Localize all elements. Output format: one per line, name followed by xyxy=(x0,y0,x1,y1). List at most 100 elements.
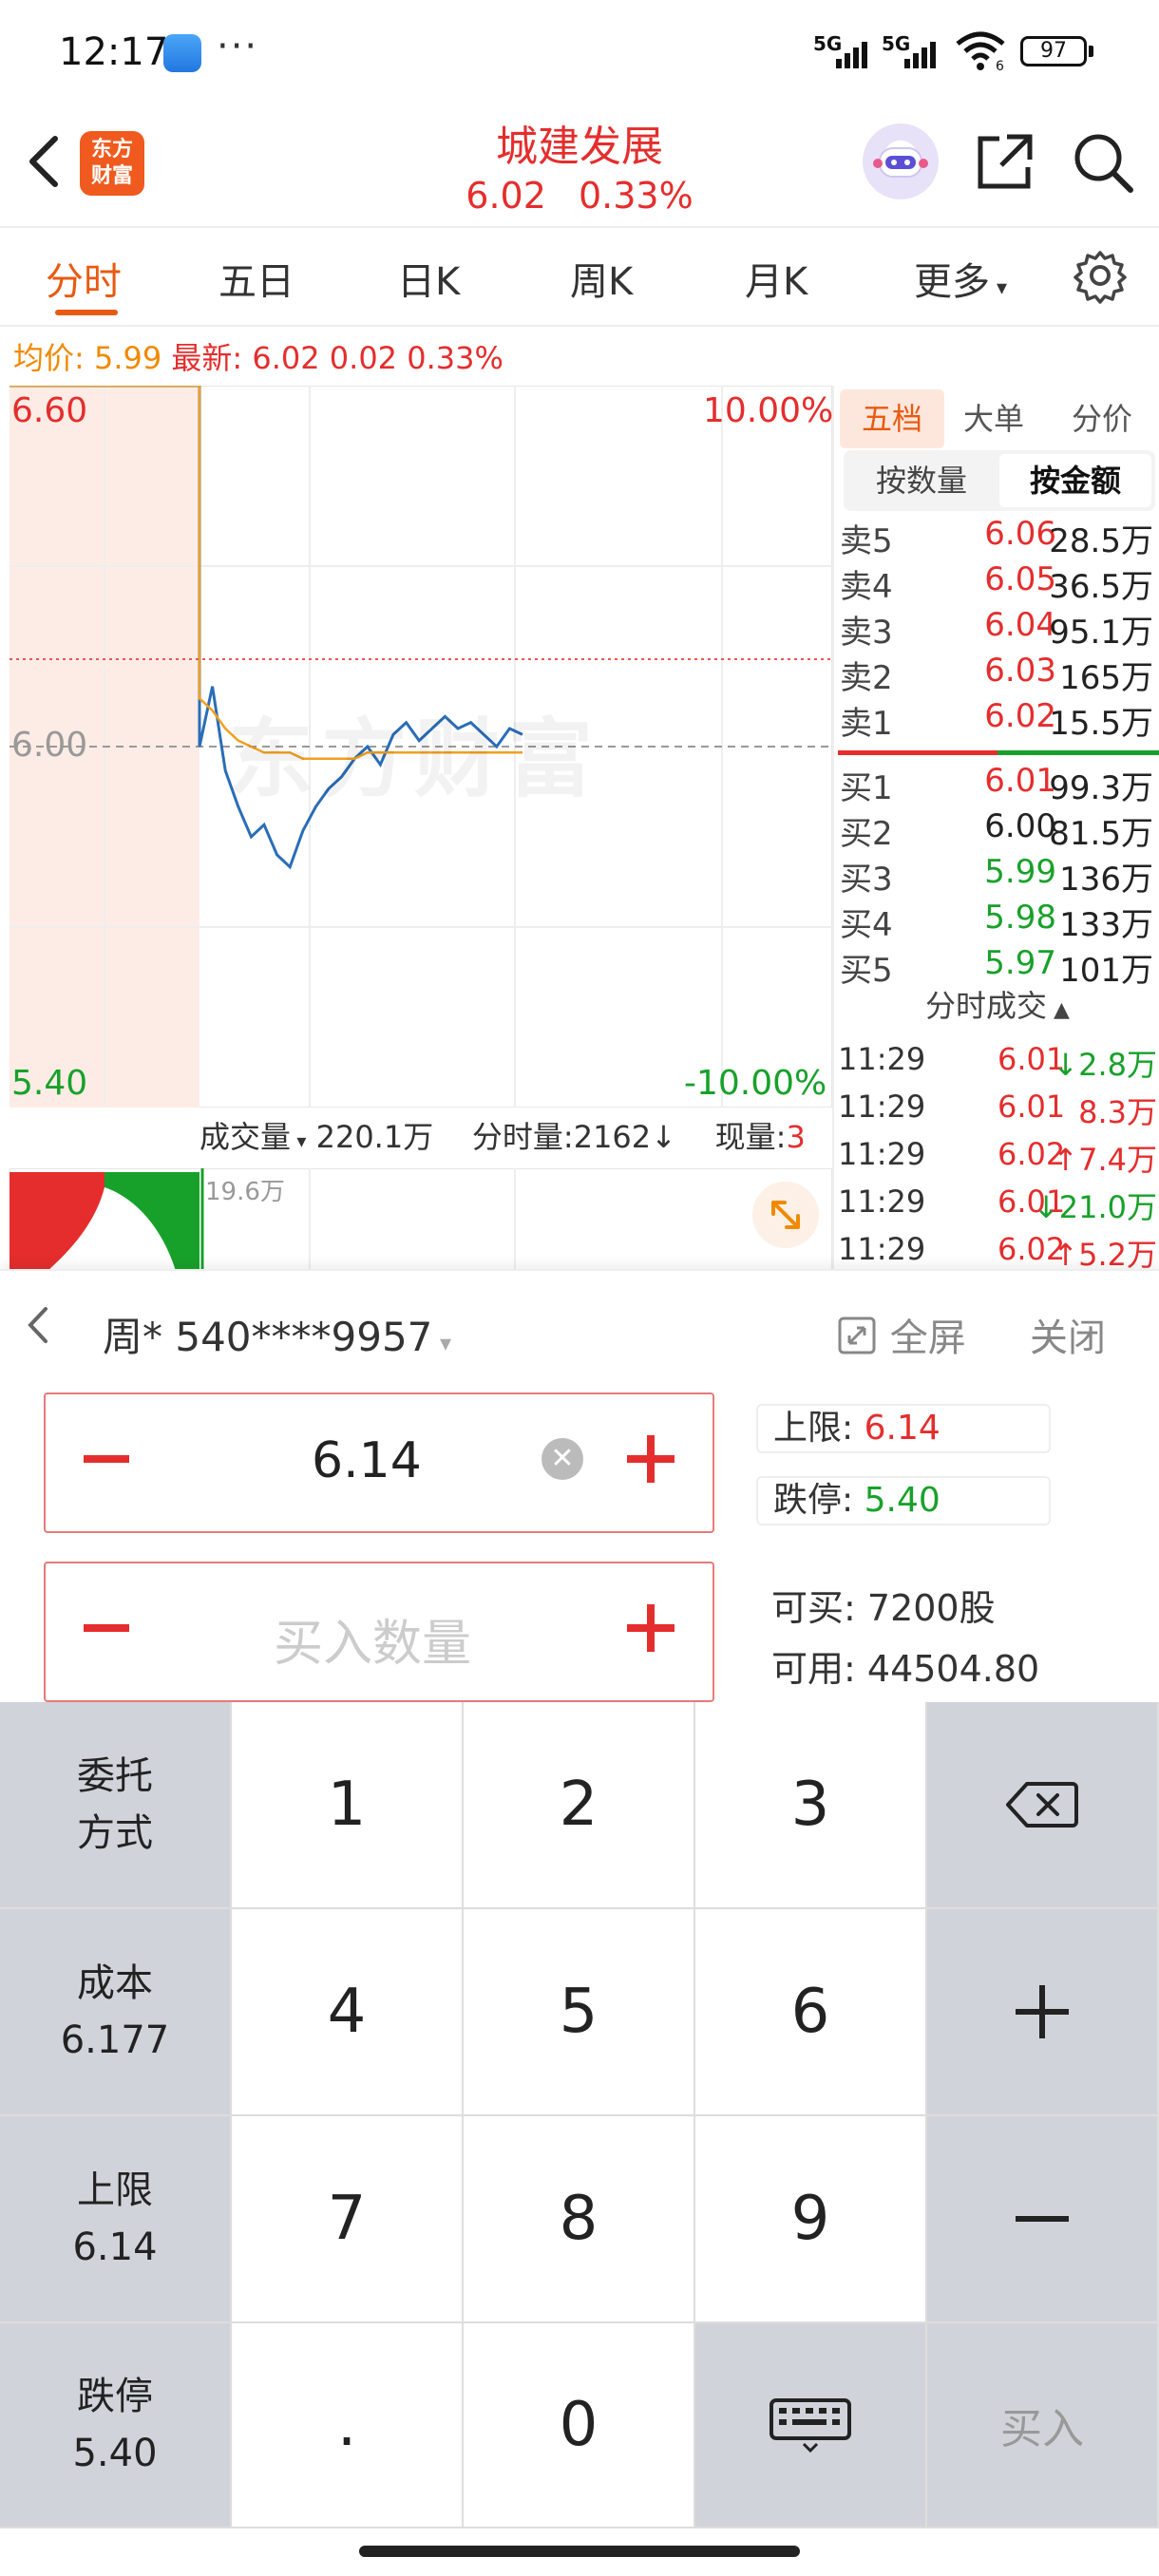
price-info-line: 均价: 5.99 最新: 6.02 0.02 0.33% xyxy=(13,334,504,378)
by-amount-option[interactable]: 按金额 xyxy=(999,454,1151,507)
signal-1-icon xyxy=(836,38,867,68)
ask-row: 卖1 6.02 15.5万 xyxy=(840,697,1155,743)
expand-chart-button[interactable] xyxy=(752,1182,819,1248)
fullscreen-button[interactable]: 全屏 xyxy=(836,1307,966,1362)
lower-limit-key[interactable]: 跌停 5.40 xyxy=(0,2323,232,2529)
ask-level-label: 卖2 xyxy=(840,659,893,697)
wifi-icon: 6 xyxy=(956,31,1005,72)
key-4[interactable]: 4 xyxy=(232,1909,464,2116)
quantity-input[interactable]: 买入数量 xyxy=(274,1603,471,1675)
clear-price-icon[interactable]: ✕ xyxy=(542,1438,583,1480)
available-value: 44504.80 xyxy=(866,1648,1040,1690)
plus-icon xyxy=(1016,1985,1069,2038)
tab-daily-k[interactable]: 日K xyxy=(397,251,460,306)
close-button[interactable]: 关闭 xyxy=(1030,1307,1106,1362)
cost-label: 成本 xyxy=(77,1961,153,2005)
ask-price: 6.04 xyxy=(984,606,1056,644)
trade-time: 11:29 xyxy=(838,1136,926,1172)
decrease-button[interactable] xyxy=(927,2116,1159,2323)
interval-volume-label: 分时量: xyxy=(471,1119,574,1155)
price-minus-button[interactable] xyxy=(84,1455,129,1463)
bid-amount: 99.3万 xyxy=(1049,769,1153,807)
can-buy-label: 可买: xyxy=(771,1587,856,1629)
cost-value: 6.177 xyxy=(60,2018,170,2062)
by-quantity-option[interactable]: 按数量 xyxy=(844,450,999,511)
bid-level-label: 买4 xyxy=(840,906,893,944)
more-notifications-icon: ··· xyxy=(217,25,259,68)
pct-axis-high: 10.00% xyxy=(703,391,834,430)
key-1[interactable]: 1 xyxy=(232,1702,464,1909)
trade-row: 11:29 6.01 ↓2.8万 xyxy=(838,1041,1157,1087)
increase-button[interactable] xyxy=(927,1909,1159,2116)
current-volume-label: 现量: xyxy=(714,1119,787,1155)
tab-price-dist[interactable]: 分价 xyxy=(1072,395,1132,439)
assistant-avatar[interactable] xyxy=(863,123,939,199)
tab-big-orders[interactable]: 大单 xyxy=(963,395,1024,439)
bid-price: 5.97 xyxy=(984,944,1056,982)
ask-price: 6.03 xyxy=(984,652,1056,690)
tab-weekly-k[interactable]: 周K xyxy=(570,251,633,306)
avg-value: 5.99 xyxy=(93,340,162,376)
volume-selector[interactable]: 成交量 ▾ xyxy=(200,1119,306,1155)
minus-icon xyxy=(1016,2216,1069,2222)
order-type-key[interactable]: 委托 方式 xyxy=(0,1702,232,1909)
key-5[interactable]: 5 xyxy=(464,1909,695,2116)
ask-price: 6.02 xyxy=(984,697,1056,735)
key-0[interactable]: 0 xyxy=(464,2323,695,2529)
bid-row: 买2 6.00 81.5万 xyxy=(840,807,1155,853)
account-selector[interactable]: 周* 540****9957 ▾ xyxy=(103,1305,451,1363)
ask-price: 6.05 xyxy=(984,560,1056,598)
ask-row: 卖5 6.06 28.5万 xyxy=(840,515,1155,560)
ask-amount: 28.5万 xyxy=(1049,522,1153,560)
key-9[interactable]: 9 xyxy=(695,2116,927,2323)
tab-monthly-k[interactable]: 月K xyxy=(745,251,808,306)
price-plus-button-v[interactable] xyxy=(647,1435,655,1483)
ask-row: 卖3 6.04 95.1万 xyxy=(840,606,1155,652)
key-7[interactable]: 7 xyxy=(232,2116,464,2323)
cost-key[interactable]: 成本 6.177 xyxy=(0,1909,232,2116)
hide-keyboard-button[interactable] xyxy=(695,2323,927,2529)
bid-divider xyxy=(998,750,1159,755)
bid-row: 买3 5.99 136万 xyxy=(840,853,1155,899)
qty-plus-button-v[interactable] xyxy=(647,1604,655,1652)
bid-amount: 81.5万 xyxy=(1049,815,1153,853)
key-8[interactable]: 8 xyxy=(464,2116,695,2323)
trades-title[interactable]: 分时成交 ▲ xyxy=(834,982,1159,1026)
lower-limit-key-value: 5.40 xyxy=(72,2432,158,2475)
current-volume: 3 xyxy=(786,1119,806,1155)
trade-volume: 8.3万 xyxy=(1078,1094,1157,1130)
svg-text:6: 6 xyxy=(996,59,1004,72)
buy-button[interactable]: 买入 xyxy=(927,2323,1159,2529)
ask-row: 卖4 6.05 36.5万 xyxy=(840,560,1155,606)
tab-more[interactable]: 更多 ▾ xyxy=(914,251,1007,306)
key-2[interactable]: 2 xyxy=(464,1702,695,1909)
battery-cap xyxy=(1089,46,1093,57)
ask-amount: 165万 xyxy=(1059,659,1153,697)
upper-limit-key[interactable]: 上限 6.14 xyxy=(0,2116,232,2323)
search-icon[interactable] xyxy=(1070,129,1136,196)
tab-intraday[interactable]: 分时 xyxy=(46,251,122,306)
trade-row: 11:29 6.01 8.3万 xyxy=(838,1089,1157,1134)
key-3[interactable]: 3 xyxy=(695,1702,927,1909)
backspace-button[interactable] xyxy=(927,1702,1159,1909)
tab-five-levels[interactable]: 五档 xyxy=(840,389,944,448)
volume-total: 220.1万 xyxy=(315,1119,434,1155)
fullscreen-icon xyxy=(838,1316,876,1354)
trade-time: 11:29 xyxy=(838,1041,926,1077)
can-buy-line: 可买: 7200股 xyxy=(771,1579,996,1631)
qty-minus-button[interactable] xyxy=(84,1624,129,1632)
account-back-icon[interactable] xyxy=(19,1301,57,1349)
home-indicator[interactable] xyxy=(359,2546,800,2557)
bid-price: 5.98 xyxy=(984,899,1056,937)
stock-price: 6.02 xyxy=(466,175,546,217)
interval-volume: 2162 xyxy=(573,1119,652,1155)
ask-level-label: 卖4 xyxy=(840,568,893,606)
lower-limit-label: 跌停: xyxy=(773,1481,854,1520)
price-input[interactable]: 6.14 xyxy=(312,1432,422,1489)
settings-gear-icon[interactable] xyxy=(1072,247,1129,304)
bid-price: 5.99 xyxy=(984,853,1056,891)
key-dot[interactable]: . xyxy=(232,2323,464,2529)
share-icon[interactable] xyxy=(971,129,1037,196)
key-6[interactable]: 6 xyxy=(695,1909,927,2116)
tab-five-day[interactable]: 五日 xyxy=(218,251,294,306)
